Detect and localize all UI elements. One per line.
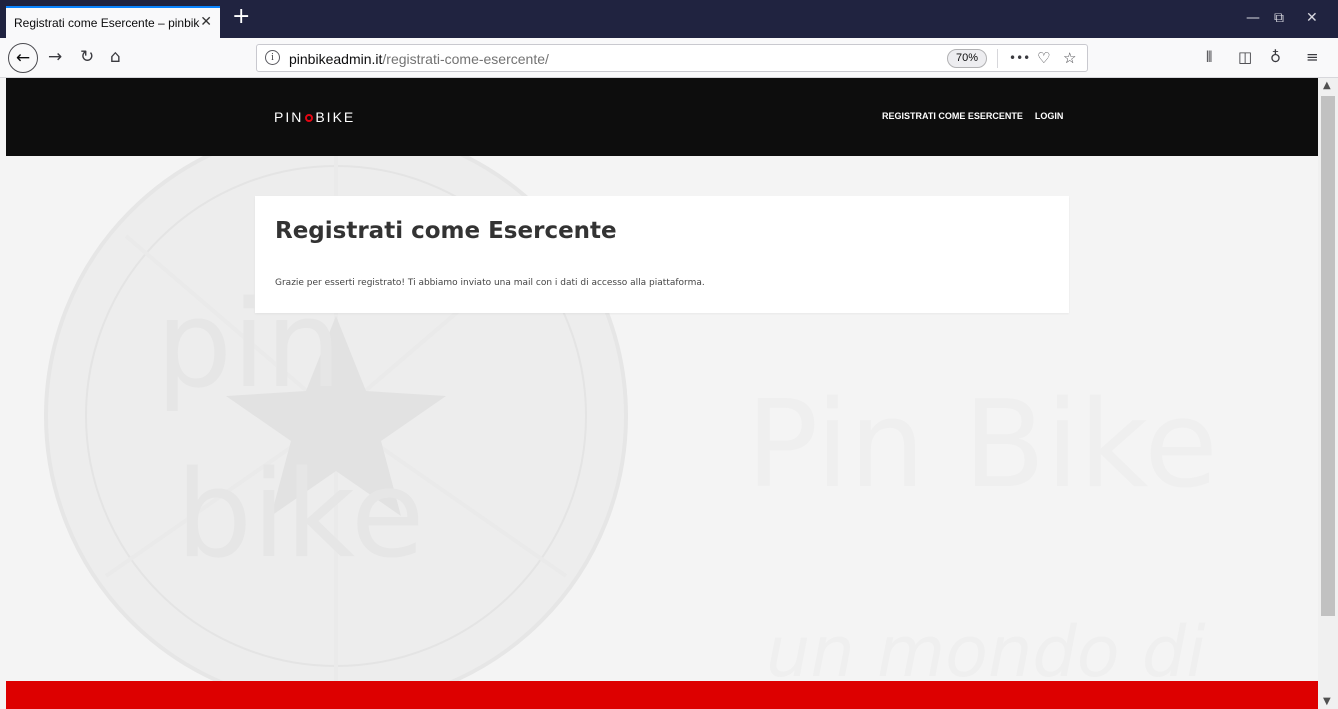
hamburger-menu-icon[interactable]: ≡ [1306, 47, 1319, 67]
minimize-icon[interactable]: — [1246, 10, 1260, 26]
background-brand-text: Pin Bike [746, 376, 1218, 515]
logo-text-left: PIN [274, 109, 304, 125]
scrollbar-thumb[interactable] [1321, 96, 1335, 616]
bookmark-star-icon[interactable]: ☆ [1063, 48, 1076, 68]
logo-pin-icon [305, 114, 314, 122]
url-text[interactable]: pinbikeadmin.it/registrati-come-esercent… [289, 51, 549, 67]
restore-icon[interactable]: ⧉ [1274, 10, 1284, 26]
wheel-text-bottom: bike [176, 446, 425, 585]
back-button[interactable]: ← [8, 43, 38, 73]
browser-tab-active[interactable]: Registrati come Esercente – pinbike ✕ [6, 6, 220, 38]
forward-icon[interactable]: → [48, 47, 62, 67]
scroll-up-icon[interactable]: ▲ [1323, 80, 1331, 91]
url-bar[interactable]: i pinbikeadmin.it/registrati-come-eserce… [256, 44, 1088, 72]
background-tagline-text: un mondo di [766, 611, 1206, 681]
menu-link-registrati[interactable]: REGISTRATI COME ESERCENTE [882, 111, 1023, 121]
logo-text-right: BIKE [315, 109, 356, 125]
main-menu: REGISTRATI COME ESERCENTE LOGIN [882, 111, 1063, 121]
scroll-down-icon[interactable]: ▼ [1323, 696, 1331, 707]
site-header: PIN BIKE REGISTRATI COME ESERCENTE LOGIN [6, 78, 1318, 156]
registration-confirmation-card: Registrati come Esercente Grazie per ess… [255, 196, 1069, 313]
menu-link-login[interactable]: LOGIN [1035, 111, 1064, 121]
page-actions-icon[interactable]: ••• [1009, 48, 1030, 68]
zoom-level-badge[interactable]: 70% [947, 49, 987, 68]
tab-title: Registrati come Esercente – pinbike [14, 16, 200, 30]
url-domain: pinbikeadmin.it [289, 51, 383, 67]
browser-nav-bar: ← → ↻ ⌂ i pinbikeadmin.it/registrati-com… [0, 38, 1338, 78]
library-icon[interactable]: ⫴ [1206, 47, 1212, 67]
footer-red-band [6, 681, 1318, 709]
close-window-icon[interactable]: ✕ [1306, 10, 1318, 26]
home-icon[interactable]: ⌂ [110, 47, 121, 67]
browser-tab-bar: Registrati come Esercente – pinbike ✕ + … [0, 0, 1338, 38]
page-title: Registrati come Esercente [275, 218, 617, 244]
lightbulb-icon[interactable]: ♁ [1270, 47, 1281, 67]
pinbike-logo[interactable]: PIN BIKE [274, 109, 355, 125]
url-path: /registrati-come-esercente/ [382, 51, 549, 67]
tab-close-icon[interactable]: ✕ [200, 14, 212, 30]
page-scrollbar[interactable]: ▲ ▼ [1318, 78, 1338, 709]
new-tab-button[interactable]: + [232, 6, 250, 28]
confirmation-message: Grazie per esserti registrato! Ti abbiam… [275, 278, 705, 288]
pocket-icon[interactable]: ♡ [1037, 48, 1050, 68]
sidebar-icon[interactable]: ◫ [1238, 47, 1252, 67]
arrow-left-icon: ← [15, 48, 31, 68]
reload-icon[interactable]: ↻ [80, 47, 94, 67]
site-info-icon[interactable]: i [265, 50, 280, 65]
url-divider [997, 49, 998, 68]
page-viewport: pin bike Pin Bike un mondo di PIN BIKE RE… [0, 78, 1318, 709]
